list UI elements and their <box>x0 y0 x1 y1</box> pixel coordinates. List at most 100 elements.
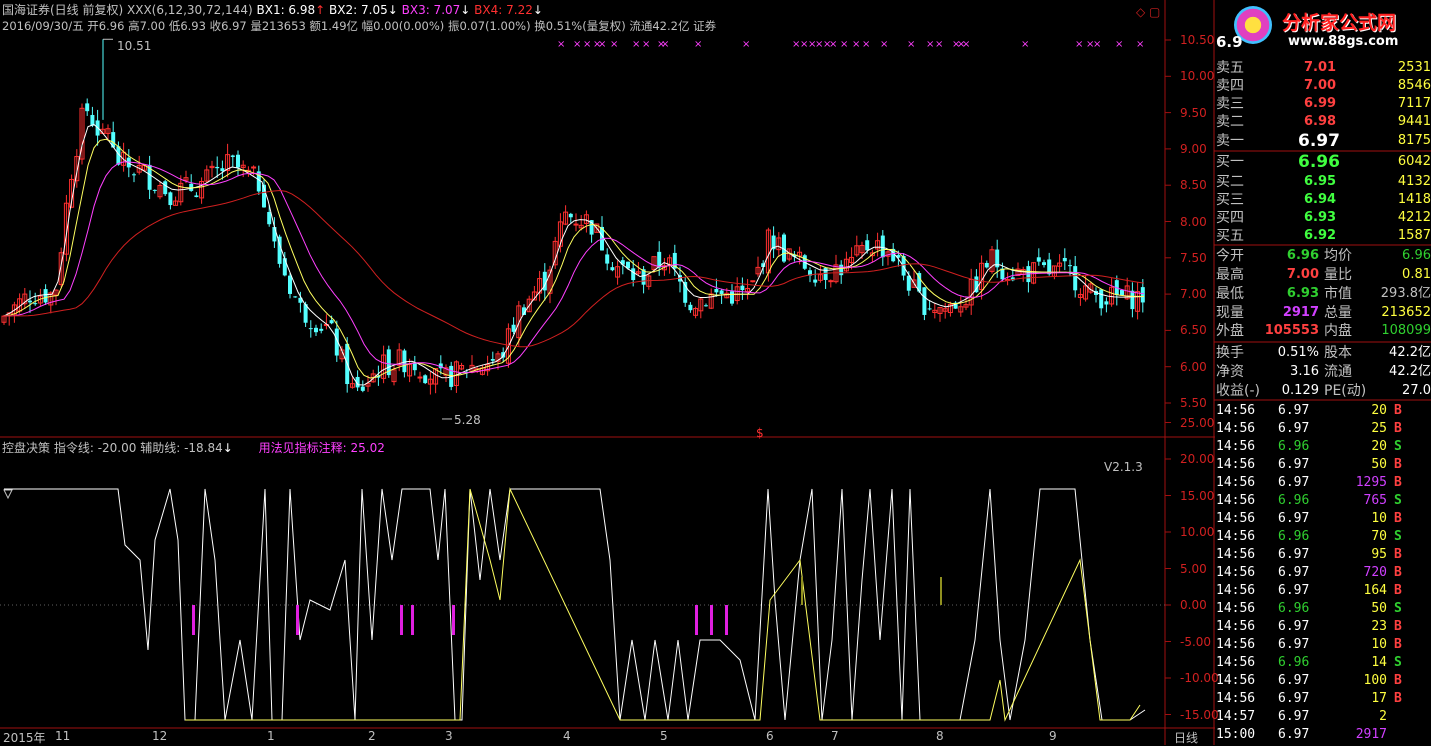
candle-body <box>215 166 220 169</box>
candle-body <box>33 303 38 305</box>
stat-value: 7.00 <box>1286 267 1319 282</box>
candle-body <box>417 376 423 379</box>
tick-price: 6.97 <box>1278 547 1310 562</box>
logo: 分析家公式网 www.88gs.com <box>1226 0 1431 56</box>
order-label: 卖三 <box>1216 96 1244 112</box>
x-month-12: 12 <box>152 729 168 743</box>
stat-value: 213652 <box>1381 305 1431 320</box>
x-month-7: 7 <box>831 729 839 743</box>
stat-label: 收益(-) <box>1216 383 1260 399</box>
price-axis-label: 9.00 <box>1180 141 1207 156</box>
tick-row: 14:56 6.97 164 B <box>1216 582 1431 600</box>
tick-side: S <box>1394 529 1402 544</box>
order-volume: 1587 <box>1397 228 1431 243</box>
buy-signal-bar <box>296 605 299 635</box>
candle-body <box>740 285 745 291</box>
order-price: 6.96 <box>1298 152 1340 172</box>
sub-axis-label: -5.00 <box>1180 634 1212 649</box>
sell-level: 卖五 7.01 2531 <box>1216 59 1431 77</box>
signal-marker: × <box>598 39 606 50</box>
dollar-marker: $ <box>756 426 764 440</box>
candle-body <box>236 154 240 168</box>
low-price-label: 5.28 <box>454 413 481 427</box>
signal-marker: × <box>829 39 837 50</box>
tick-price: 6.97 <box>1278 511 1310 526</box>
ma-line-red <box>4 189 1145 348</box>
stat-row: 换手 0.51% 股本 42.2亿 <box>1216 344 1431 362</box>
tick-row: 14:56 6.97 1295 B <box>1216 474 1431 492</box>
stat-row: 最低 6.93 市值 293.8亿 <box>1216 285 1431 303</box>
order-label: 买四 <box>1216 210 1244 226</box>
candle-body <box>714 289 719 293</box>
stat-value: 6.93 <box>1286 286 1319 301</box>
candle-body <box>308 328 313 330</box>
tick-price: 6.97 <box>1278 673 1310 688</box>
tick-row: 14:56 6.97 10 B <box>1216 636 1431 654</box>
candle-body <box>314 327 318 333</box>
tick-time: 14:56 <box>1216 475 1256 490</box>
candle-body <box>412 363 417 371</box>
tick-price: 6.97 <box>1278 403 1310 418</box>
tick-side: B <box>1394 619 1402 634</box>
signal-marker: × <box>694 39 702 50</box>
price-axis-label: 7.00 <box>1180 287 1207 302</box>
stat-value: 293.8亿 <box>1380 286 1431 301</box>
sell-level: 卖二 6.98 9441 <box>1216 113 1431 131</box>
signal-marker: × <box>642 39 650 50</box>
indicator-name: XXX(6,12,30,72,144) <box>127 3 253 17</box>
candle-body <box>1073 266 1078 291</box>
tick-row: 14:56 6.97 50 B <box>1216 456 1431 474</box>
stat-value: 0.129 <box>1281 383 1319 398</box>
candle-body <box>168 192 173 206</box>
sub-axis-label: 5.00 <box>1180 561 1207 576</box>
buy-level: 买五 6.92 1587 <box>1216 227 1431 245</box>
order-price: 6.95 <box>1304 174 1337 189</box>
sub-axis-label: 0.00 <box>1180 598 1207 612</box>
tick-volume: 2 <box>1379 709 1387 724</box>
tick-time: 14:56 <box>1216 529 1256 544</box>
tick-time: 14:56 <box>1216 673 1256 688</box>
bx1-value: BX1: 6.98 <box>256 3 316 17</box>
tick-time: 14:56 <box>1216 493 1256 508</box>
stat-label: 外盘 <box>1216 323 1244 339</box>
tick-price: 6.97 <box>1278 691 1310 706</box>
stat-label: PE(动) <box>1324 383 1367 399</box>
sell-signal-bar <box>801 577 803 605</box>
stat-value: 42.2亿 <box>1389 364 1431 379</box>
candle-body <box>490 358 495 361</box>
signal-marker: × <box>1136 39 1144 50</box>
window-buttons[interactable]: ◇ ▢ <box>1136 5 1160 19</box>
order-label: 卖五 <box>1216 60 1244 76</box>
candle-body <box>282 258 287 276</box>
stat-value: 42.2亿 <box>1389 345 1431 360</box>
tick-price: 6.97 <box>1278 457 1310 472</box>
sell-level: 卖一 6.97 8175 <box>1216 132 1431 150</box>
sub-axis-label: 15.00 <box>1180 488 1215 503</box>
price-axis-label: 6.00 <box>1180 359 1207 374</box>
candle-body <box>132 174 136 176</box>
buy-signal-bar <box>452 605 455 635</box>
stat-value: 6.96 <box>1286 248 1319 263</box>
buy-signal-bar <box>725 605 728 635</box>
stat-value: 27.0 <box>1402 383 1431 398</box>
arrow-down-icon: ↓ <box>532 3 543 17</box>
tick-row: 14:56 6.97 17 B <box>1216 690 1431 708</box>
x-month-3: 3 <box>445 729 453 743</box>
buy-signal-bar <box>192 605 195 635</box>
order-volume: 9441 <box>1397 114 1431 129</box>
panel-top-price: 6.9 <box>1216 33 1243 51</box>
tick-volume: 164 <box>1363 583 1387 598</box>
candle-body <box>329 320 334 324</box>
period-tab[interactable]: 日线 <box>1174 729 1198 746</box>
stat-row: 最高 7.00 量比 0.81 <box>1216 266 1431 284</box>
price-axis-label: 10.00 <box>1180 69 1215 84</box>
stat-row: 外盘 105553 内盘 108099 <box>1216 322 1431 340</box>
stat-value: 105553 <box>1264 323 1319 338</box>
signal-marker: × <box>583 39 591 50</box>
tick-row: 14:56 6.97 95 B <box>1216 546 1431 564</box>
buy-signal-bar <box>710 605 713 635</box>
candle-body <box>220 168 225 172</box>
candle-body <box>163 181 168 195</box>
x-month-4: 4 <box>563 729 571 743</box>
candle-body <box>272 227 277 242</box>
